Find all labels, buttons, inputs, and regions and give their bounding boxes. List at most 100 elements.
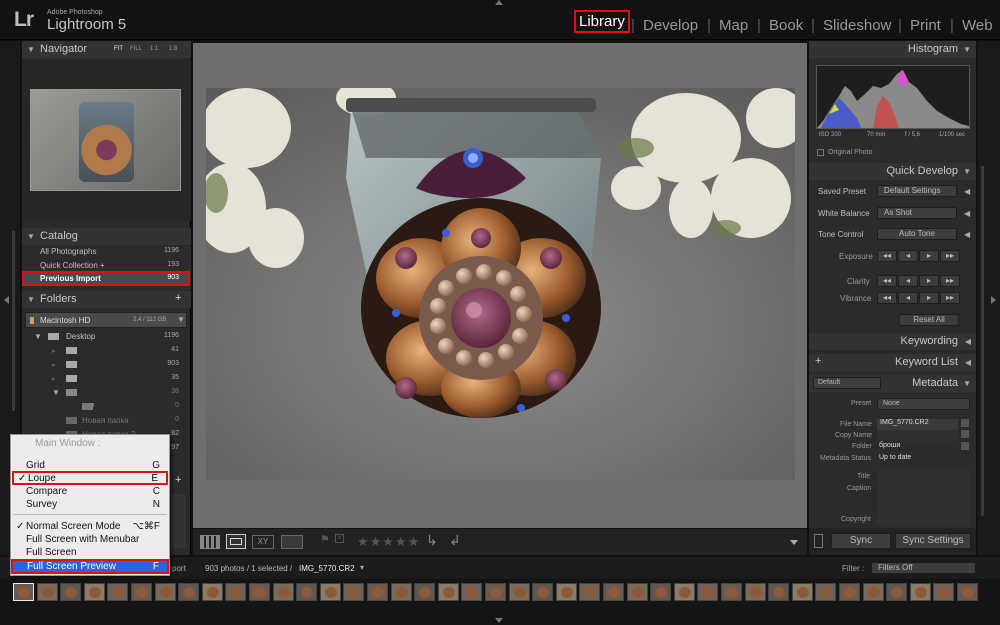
folders-header[interactable]: ▼ Folders + (22, 291, 191, 308)
main-photo[interactable] (206, 88, 795, 480)
catalog-item-label[interactable]: Quick Collection + (40, 261, 105, 270)
filmstrip-thumbnail[interactable] (414, 583, 436, 601)
catalog-item-previous-import[interactable]: Previous Import 903 (22, 271, 190, 286)
sync-settings-button[interactable]: Sync Settings (895, 533, 971, 549)
folder-row[interactable]: Новая папка 0 (22, 414, 191, 427)
volume-bar[interactable]: Macintosh HD 2,4 / 112 GB ▼ (25, 312, 187, 328)
loupe-view-icon[interactable] (226, 534, 246, 549)
file-menu-arrow-icon[interactable]: ▾ (360, 563, 364, 572)
disclosure-triangle-icon[interactable]: ◀ (964, 209, 970, 218)
zoom-fit[interactable]: FIT (114, 46, 123, 52)
module-slideshow[interactable]: Slideshow (823, 17, 891, 34)
filmstrip-thumbnail-selected[interactable] (13, 583, 34, 601)
exposure-decrease[interactable]: ◂ (898, 250, 918, 262)
filmstrip-thumbnail[interactable] (886, 583, 908, 601)
filmstrip-thumbnail[interactable] (744, 583, 766, 601)
menu-item-full-screen-menubar[interactable]: Full Screen with Menubar (12, 533, 168, 546)
grid-view-icon[interactable] (200, 535, 220, 549)
filmstrip-thumbnail[interactable] (154, 583, 176, 601)
flag-icon[interactable]: ⚑ (320, 533, 330, 546)
menu-item-compare[interactable]: Compare C (12, 485, 168, 498)
filmstrip-thumbnail[interactable] (437, 583, 459, 601)
filmstrip-thumbnail[interactable] (201, 583, 223, 601)
left-scrollbar[interactable] (12, 231, 15, 411)
exposure-increase-large[interactable]: ▸▸ (940, 250, 960, 262)
vibrance-decrease[interactable]: ◂ (898, 292, 918, 304)
auto-sync-switch[interactable] (814, 534, 823, 548)
filmstrip-thumbnail[interactable] (673, 583, 695, 601)
add-folder-icon[interactable]: + (175, 292, 181, 304)
survey-view-icon[interactable] (281, 535, 303, 549)
clarity-decrease-large[interactable]: ◂◂ (877, 275, 897, 287)
vibrance-increase[interactable]: ▸ (919, 292, 939, 304)
compare-view-icon[interactable]: XY (252, 535, 274, 549)
module-develop[interactable]: Develop (643, 17, 698, 34)
collapse-triangle-icon[interactable]: ▼ (177, 315, 185, 324)
catalog-header[interactable]: ▼ Catalog (22, 228, 191, 245)
toolbar-options-icon[interactable] (790, 540, 798, 545)
filmstrip[interactable] (0, 579, 1000, 625)
menu-item-loupe[interactable]: ✓ Loupe E (12, 471, 168, 485)
metadata-preset-dropdown[interactable]: None (877, 398, 970, 410)
filmstrip-thumbnail[interactable] (957, 583, 978, 601)
filmstrip-thumbnail[interactable] (555, 583, 577, 601)
metadata-header[interactable]: Default Metadata ▼ (809, 375, 976, 392)
expand-triangle-icon[interactable]: ▼ (34, 332, 42, 341)
filmstrip-source-label[interactable]: port (172, 564, 186, 573)
exposure-decrease-large[interactable]: ◂◂ (877, 250, 897, 262)
filmstrip-thumbnail[interactable] (343, 583, 365, 601)
clarity-increase[interactable]: ▸ (919, 275, 939, 287)
copy-name-action-icon[interactable] (961, 430, 969, 438)
histogram-graph[interactable] (816, 65, 970, 129)
vibrance-increase-large[interactable]: ▸▸ (940, 292, 960, 304)
filmstrip-thumbnail[interactable] (650, 583, 672, 601)
histogram-header[interactable]: Histogram ▼ (809, 41, 976, 58)
navigator-thumbnail[interactable] (30, 89, 181, 191)
filmstrip-thumbnail[interactable] (131, 583, 152, 601)
zoom-1-8[interactable]: 1:8 (169, 46, 177, 52)
folder-row[interactable]: ▸ 41 (22, 344, 191, 357)
reject-flag-icon[interactable]: × (335, 534, 344, 543)
module-library[interactable]: Library (574, 10, 630, 33)
disclosure-triangle-icon[interactable]: ◀ (964, 187, 970, 196)
folder-row[interactable]: ? 0 (22, 400, 191, 413)
filmstrip-thumbnail[interactable] (249, 583, 270, 601)
menu-item-normal-screen[interactable]: ✓ Normal Screen Mode ⌥⌘F (12, 520, 168, 533)
add-collection-icon[interactable]: + (175, 474, 181, 486)
disclosure-triangle-icon[interactable]: ◀ (964, 230, 970, 239)
top-panel-toggle-icon[interactable] (495, 0, 503, 5)
right-panel-toggle[interactable] (978, 41, 1000, 555)
filmstrip-thumbnail[interactable] (367, 583, 388, 601)
folder-go-icon[interactable] (961, 442, 969, 450)
filter-dropdown[interactable]: Filters Off (871, 562, 976, 574)
keywording-header[interactable]: Keywording ◀ (809, 333, 976, 350)
rename-icon[interactable] (961, 419, 969, 427)
filmstrip-thumbnail[interactable] (225, 583, 247, 601)
title-field[interactable] (877, 471, 970, 482)
folder-row[interactable]: ▸ 903 (22, 358, 191, 371)
rotate-left-icon[interactable]: ↳ (426, 532, 438, 549)
metadata-set-dropdown[interactable]: Default (813, 377, 881, 389)
file-name-field[interactable]: IMG_5770.CR2 (877, 419, 958, 430)
menu-item-full-screen-preview[interactable]: Full Screen Preview F (11, 559, 169, 574)
reset-all-button[interactable]: Reset All (899, 314, 959, 326)
copy-name-field[interactable] (877, 430, 958, 441)
caption-field[interactable] (877, 483, 970, 513)
filmstrip-thumbnail[interactable] (272, 583, 294, 601)
filmstrip-thumbnail[interactable] (83, 583, 105, 601)
filmstrip-thumbnail[interactable] (603, 583, 624, 601)
filmstrip-thumbnail[interactable] (296, 583, 318, 601)
filmstrip-thumbnail[interactable] (626, 583, 648, 601)
filmstrip-thumbnail[interactable] (721, 583, 742, 601)
catalog-item-label[interactable]: All Photographs (40, 247, 96, 256)
auto-tone-button[interactable]: Auto Tone (877, 228, 957, 240)
filmstrip-thumbnail[interactable] (815, 583, 837, 601)
menu-item-full-screen[interactable]: Full Screen (12, 546, 168, 559)
sync-button[interactable]: Sync (831, 533, 891, 549)
clarity-decrease[interactable]: ◂ (898, 275, 918, 287)
filmstrip-thumbnail[interactable] (532, 583, 554, 601)
filmstrip-thumbnail[interactable] (60, 583, 82, 601)
copyright-field[interactable] (877, 514, 970, 525)
white-balance-dropdown[interactable]: As Shot (877, 207, 957, 219)
module-book[interactable]: Book (769, 17, 803, 34)
